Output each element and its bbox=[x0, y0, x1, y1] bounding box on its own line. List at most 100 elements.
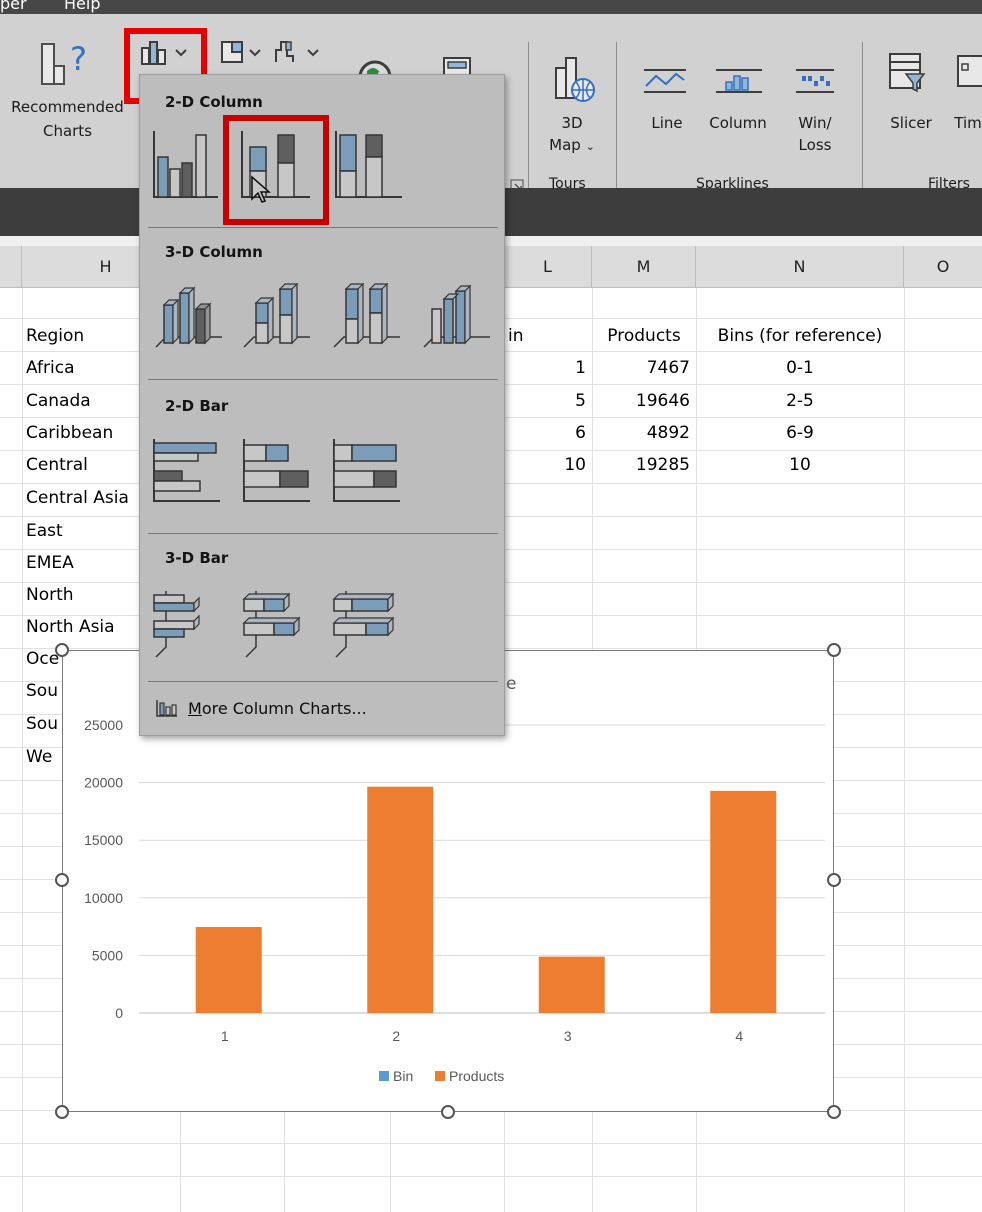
column-header-O[interactable]: O bbox=[904, 246, 982, 288]
more-charts-icon bbox=[156, 699, 178, 721]
waterfall-chart-icon[interactable] bbox=[272, 38, 324, 70]
slicer-icon[interactable] bbox=[888, 52, 928, 100]
cell-bins-ref[interactable]: 6-9 bbox=[696, 423, 904, 443]
cell-bin[interactable]: 1 bbox=[504, 358, 586, 378]
recommended-charts-label-1[interactable]: Recommended bbox=[0, 96, 135, 118]
cell-products-header[interactable]: Products bbox=[592, 326, 696, 346]
sparkline-column-label[interactable]: Column bbox=[700, 112, 776, 134]
3d-map-icon[interactable] bbox=[546, 54, 600, 108]
bar-products bbox=[538, 956, 605, 1013]
cell-bin[interactable]: 5 bbox=[504, 391, 586, 411]
column-header-M[interactable]: M bbox=[592, 246, 696, 288]
3d-clustered-bar-icon[interactable] bbox=[150, 587, 222, 663]
cell-bin-header[interactable]: in bbox=[508, 326, 524, 346]
y-tick-label: 20000 bbox=[84, 775, 123, 791]
y-tick-label: 5000 bbox=[92, 947, 123, 963]
legend-swatch-bin bbox=[379, 1071, 389, 1081]
legend-label-products: Products bbox=[449, 1068, 504, 1084]
more-column-charts-link[interactable]: More Column Charts... bbox=[156, 699, 367, 721]
y-tick-label: 0 bbox=[115, 1005, 123, 1021]
cell-bin[interactable]: 10 bbox=[504, 455, 586, 475]
cell-region[interactable]: Central Asia bbox=[26, 488, 129, 508]
resize-handle-top-left[interactable] bbox=[55, 643, 69, 657]
cell-bins-ref[interactable]: 2-5 bbox=[696, 391, 904, 411]
clustered-bar-icon[interactable] bbox=[150, 437, 222, 511]
3d-stacked-bar-icon[interactable] bbox=[240, 587, 312, 663]
cell-region[interactable]: Sou bbox=[26, 681, 58, 701]
dropdown-separator bbox=[148, 227, 498, 228]
timeline-icon[interactable] bbox=[954, 52, 982, 96]
highlight-stacked-column bbox=[223, 115, 329, 225]
cell-products[interactable]: 19285 bbox=[592, 455, 690, 475]
cell-region[interactable]: Central bbox=[26, 455, 88, 475]
ribbon-separator bbox=[528, 42, 529, 192]
section-3d-bar: 3-D Bar bbox=[165, 549, 229, 567]
sparkline-winloss-icon[interactable] bbox=[792, 66, 838, 100]
cell-region[interactable]: We bbox=[26, 747, 52, 767]
recommended-charts-icon[interactable]: ? bbox=[40, 40, 96, 92]
svg-text:?: ? bbox=[70, 40, 87, 78]
y-tick-label: 10000 bbox=[84, 890, 123, 906]
timeline-label[interactable]: Tim bbox=[948, 112, 982, 134]
resize-handle-bottom-left[interactable] bbox=[55, 1105, 69, 1119]
bar-products bbox=[195, 926, 262, 1013]
stacked-bar-icon[interactable] bbox=[240, 437, 312, 511]
column-header-L[interactable]: L bbox=[504, 246, 592, 288]
resize-handle-right[interactable] bbox=[827, 873, 841, 887]
sparkline-winloss-label-2[interactable]: Loss bbox=[786, 134, 844, 156]
hierarchy-chart-icon[interactable] bbox=[220, 40, 264, 70]
resize-handle-left[interactable] bbox=[55, 873, 69, 887]
3d-map-label[interactable]: 3D bbox=[536, 112, 608, 134]
sparkline-column-icon[interactable] bbox=[712, 66, 766, 100]
bar-products bbox=[367, 786, 434, 1013]
cell-region-header[interactable]: Region bbox=[26, 326, 84, 346]
cell-products[interactable]: 4892 bbox=[592, 423, 690, 443]
x-tick-label: 1 bbox=[221, 1028, 229, 1044]
recommended-charts-label-2[interactable]: Charts bbox=[0, 120, 135, 142]
sparkline-line-label[interactable]: Line bbox=[640, 112, 694, 134]
cell-region[interactable]: Sou bbox=[26, 714, 58, 734]
3d-map-label-2[interactable]: Map ⌄ bbox=[536, 134, 608, 158]
slicer-label[interactable]: Slicer bbox=[880, 112, 942, 134]
x-tick-label: 4 bbox=[735, 1028, 743, 1044]
3d-clustered-column-icon[interactable] bbox=[152, 283, 226, 357]
column-header-N[interactable]: N bbox=[696, 246, 904, 288]
cell-region[interactable]: North bbox=[26, 585, 74, 605]
100-percent-stacked-column-icon[interactable] bbox=[332, 129, 406, 205]
legend-swatch-products bbox=[435, 1071, 445, 1081]
cell-products[interactable]: 19646 bbox=[592, 391, 690, 411]
cell-bins-ref[interactable]: 0-1 bbox=[696, 358, 904, 378]
sparkline-winloss-label[interactable]: Win/ bbox=[786, 112, 844, 134]
resize-handle-bottom-right[interactable] bbox=[827, 1105, 841, 1119]
cell-region[interactable]: North Asia bbox=[26, 617, 115, 637]
cell-bins-ref[interactable]: 10 bbox=[696, 455, 904, 475]
cell-region[interactable]: Caribbean bbox=[26, 423, 113, 443]
cell-region[interactable]: East bbox=[26, 521, 63, 541]
cell-region[interactable]: Africa bbox=[26, 358, 75, 378]
section-2d-column: 2-D Column bbox=[165, 93, 263, 111]
dropdown-separator bbox=[148, 681, 498, 682]
menu-item-help[interactable]: Help bbox=[64, 0, 100, 13]
sparkline-line-icon[interactable] bbox=[640, 66, 690, 100]
x-tick-label: 2 bbox=[392, 1028, 400, 1044]
clustered-column-icon[interactable] bbox=[150, 129, 220, 205]
3d-100-percent-stacked-bar-icon[interactable] bbox=[330, 587, 402, 663]
cell-bins-ref-header[interactable]: Bins (for reference) bbox=[696, 326, 904, 346]
section-2d-bar: 2-D Bar bbox=[165, 397, 229, 415]
3d-stacked-column-icon[interactable] bbox=[240, 282, 314, 357]
resize-handle-top-right[interactable] bbox=[827, 643, 841, 657]
cell-region[interactable]: Oce bbox=[26, 649, 59, 669]
ribbon-separator bbox=[616, 42, 617, 192]
resize-handle-bottom[interactable] bbox=[441, 1105, 455, 1119]
3d-column-icon[interactable] bbox=[420, 283, 494, 357]
cell-region[interactable]: Canada bbox=[26, 391, 91, 411]
legend-label-bin: Bin bbox=[393, 1068, 413, 1084]
cell-region[interactable]: EMEA bbox=[26, 553, 74, 573]
cell-bin[interactable]: 6 bbox=[504, 423, 586, 443]
100-percent-stacked-bar-icon[interactable] bbox=[330, 437, 402, 511]
cell-products[interactable]: 7467 bbox=[592, 358, 690, 378]
bar-products bbox=[710, 790, 777, 1013]
menu-item-developer[interactable]: per bbox=[0, 0, 27, 13]
3d-100-percent-stacked-column-icon[interactable] bbox=[330, 282, 404, 357]
column-chart-dropdown: 2-D Column 3-D Column 2-D Bar 3-D Bar Mo… bbox=[139, 74, 505, 736]
